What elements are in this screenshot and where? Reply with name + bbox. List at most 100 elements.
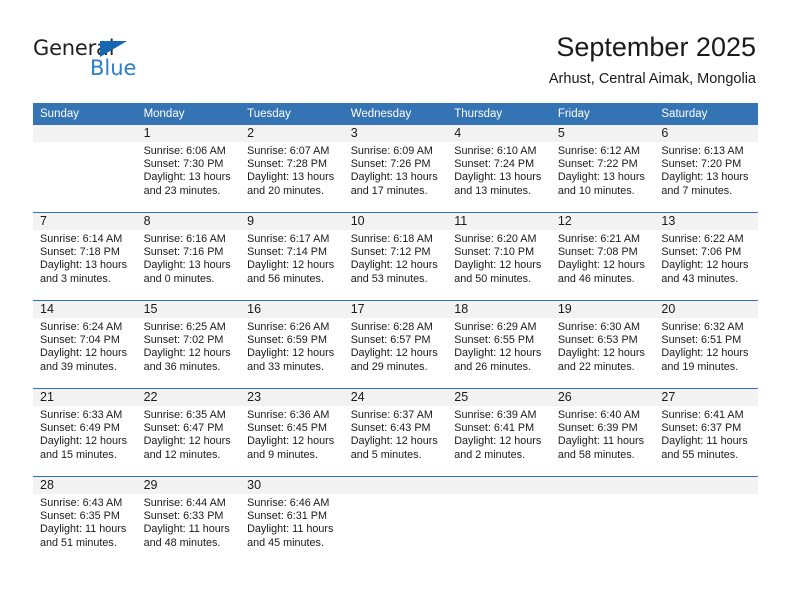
day-info-line: Sunrise: 6:10 AM [454, 145, 537, 157]
day-number: 9 [240, 213, 344, 230]
day-sun-info: Sunrise: 6:25 AM Sunset: 7:02 PM Daylight:… [137, 318, 241, 374]
day-info-line: and 22 minutes. [557, 360, 635, 373]
calendar-day-cell[interactable]: 10 Sunrise: 6:18 AM Sunset: 7:12 PM Dayligh… [343, 212, 448, 301]
day-number: 20 [654, 301, 758, 318]
day-info-line: Sunset: 6:59 PM [247, 334, 327, 347]
calendar-day-cell[interactable]: 9 Sunrise: 6:17 AM Sunset: 7:14 PM Daylight… [240, 212, 344, 301]
day-info-line: Daylight: 13 hours [247, 171, 335, 184]
calendar-day-cell[interactable]: 1 Sunrise: 6:06 AM Sunset: 7:30 PM Daylight… [136, 125, 241, 213]
day-info-line: Sunset: 7:12 PM [350, 246, 431, 259]
day-info-line: Sunrise: 6:25 AM [143, 321, 226, 333]
day-info-line: and 26 minutes. [454, 360, 532, 373]
calendar-day-cell[interactable]: 14 Sunrise: 6:24 AM Sunset: 7:04 PM Dayligh… [33, 300, 137, 389]
day-info-line: Sunset: 7:18 PM [40, 246, 120, 259]
day-info-line: Daylight: 13 hours [661, 171, 749, 184]
day-number: 21 [33, 389, 137, 406]
day-info-line: Daylight: 11 hours [247, 523, 334, 536]
day-number: 30 [240, 477, 344, 494]
day-sun-info: Sunrise: 6:43 AM Sunset: 6:35 PM Daylight:… [33, 494, 137, 550]
calendar-day-cell[interactable]: 20 Sunrise: 6:32 AM Sunset: 6:51 PM Dayligh… [654, 300, 758, 389]
day-info-line: Sunset: 6:53 PM [557, 334, 638, 347]
day-info-line: Daylight: 12 hours [350, 435, 438, 448]
calendar-day-cell[interactable]: 29 Sunrise: 6:44 AM Sunset: 6:33 PM Dayligh… [136, 476, 241, 564]
day-info-line: and 0 minutes. [143, 272, 215, 285]
day-info-line: Sunset: 6:57 PM [350, 334, 431, 347]
calendar-day-cell[interactable]: 8 Sunrise: 6:16 AM Sunset: 7:16 PM Daylight… [136, 212, 241, 301]
day-sun-info: Sunrise: 6:30 AM Sunset: 6:53 PM Daylight:… [551, 318, 655, 374]
day-info-line: Daylight: 13 hours [557, 171, 645, 184]
calendar-day-cell[interactable]: 23 Sunrise: 6:36 AM Sunset: 6:45 PM Dayligh… [240, 388, 344, 477]
day-number [33, 125, 137, 142]
day-sun-info: Sunrise: 6:26 AM Sunset: 6:59 PM Daylight:… [240, 318, 344, 374]
day-info-line: Sunset: 7:30 PM [143, 158, 224, 171]
day-info-line: and 9 minutes. [247, 448, 318, 461]
calendar-day-cell[interactable]: 11 Sunrise: 6:20 AM Sunset: 7:10 PM Dayligh… [447, 212, 551, 301]
day-info-line: Sunset: 7:26 PM [350, 158, 431, 171]
calendar-day-cell[interactable]: 6 Sunrise: 6:13 AM Sunset: 7:20 PM Daylight… [654, 125, 758, 213]
day-sun-info: Sunrise: 6:06 AM Sunset: 7:30 PM Daylight:… [137, 142, 241, 198]
calendar-day-cell[interactable]: 15 Sunrise: 6:25 AM Sunset: 7:02 PM Dayligh… [136, 300, 241, 389]
day-info-line: Daylight: 12 hours [247, 435, 335, 448]
day-info-line: and 53 minutes. [350, 272, 428, 285]
calendar-day-cell[interactable]: 25 Sunrise: 6:39 AM Sunset: 6:41 PM Dayligh… [447, 388, 551, 477]
day-info-line: Daylight: 13 hours [143, 171, 231, 184]
calendar-day-cell[interactable]: 3 Sunrise: 6:09 AM Sunset: 7:26 PM Daylight… [343, 125, 448, 213]
day-number: 1 [136, 125, 241, 142]
day-info-line: and 50 minutes. [454, 272, 532, 285]
day-info-line: Sunset: 7:22 PM [557, 158, 638, 171]
day-number: 28 [33, 477, 137, 494]
day-info-line: Sunrise: 6:20 AM [454, 233, 537, 245]
day-sun-info: Sunrise: 6:09 AM Sunset: 7:26 PM Daylight:… [344, 142, 448, 198]
day-info-line: and 2 minutes. [454, 448, 526, 461]
day-info-line: Sunrise: 6:35 AM [143, 409, 226, 421]
day-info-line: Daylight: 12 hours [143, 435, 231, 448]
calendar-day-cell[interactable]: 22 Sunrise: 6:35 AM Sunset: 6:47 PM Dayligh… [136, 388, 241, 477]
calendar-day-cell[interactable]: 19 Sunrise: 6:30 AM Sunset: 6:53 PM Dayligh… [550, 300, 655, 389]
calendar-day-cell[interactable]: 21 Sunrise: 6:33 AM Sunset: 6:49 PM Dayligh… [33, 388, 137, 477]
calendar-day-cell[interactable]: 30 Sunrise: 6:46 AM Sunset: 6:31 PM Dayligh… [240, 476, 344, 564]
day-info-line: Sunset: 7:28 PM [247, 158, 327, 171]
day-sun-info: Sunrise: 6:10 AM Sunset: 7:24 PM Daylight:… [447, 142, 551, 198]
day-info-line: and 7 minutes. [661, 184, 733, 197]
day-number: 8 [136, 213, 241, 230]
calendar-day-cell[interactable]: 5 Sunrise: 6:12 AM Sunset: 7:22 PM Daylight… [550, 125, 655, 213]
day-info-line: and 20 minutes. [247, 184, 324, 197]
weekday-header-row: Sunday Monday Tuesday Wednesday Thursday Frid… [33, 103, 758, 125]
day-info-line: Daylight: 12 hours [454, 347, 542, 360]
calendar-day-cell[interactable]: 7 Sunrise: 6:14 AM Sunset: 7:18 PM Daylight… [33, 212, 137, 301]
day-info-line: Sunset: 6:45 PM [247, 422, 327, 435]
day-number: 3 [343, 125, 448, 142]
calendar-day-cell[interactable]: 17 Sunrise: 6:28 AM Sunset: 6:57 PM Dayligh… [343, 300, 448, 389]
day-info-line: Daylight: 12 hours [661, 347, 749, 360]
day-number: 24 [343, 389, 448, 406]
day-info-line: Sunrise: 6:28 AM [350, 321, 433, 333]
calendar-day-cell[interactable]: 2 Sunrise: 6:07 AM Sunset: 7:28 PM Daylight… [240, 125, 344, 213]
day-info-line: and 10 minutes. [557, 184, 635, 197]
calendar-day-cell[interactable]: 27 Sunrise: 6:41 AM Sunset: 6:37 PM Dayligh… [654, 388, 758, 477]
calendar-day-cell[interactable]: 26 Sunrise: 6:40 AM Sunset: 6:39 PM Dayligh… [550, 388, 655, 477]
day-info-line: and 51 minutes. [40, 536, 117, 549]
page-title: September 2025 [556, 32, 756, 62]
day-info-line: Sunrise: 6:21 AM [557, 233, 641, 245]
calendar-day-cell[interactable]: 16 Sunrise: 6:26 AM Sunset: 6:59 PM Dayligh… [240, 300, 344, 389]
day-info-line: Sunrise: 6:30 AM [557, 321, 641, 333]
calendar-day-cell[interactable]: 4 Sunrise: 6:10 AM Sunset: 7:24 PM Daylight… [447, 125, 551, 213]
day-info-line: Daylight: 13 hours [350, 171, 438, 184]
day-info-line: Sunrise: 6:41 AM [661, 409, 744, 421]
day-info-line: Sunrise: 6:16 AM [143, 233, 226, 245]
day-info-line: and 5 minutes. [350, 448, 422, 461]
calendar-day-cell[interactable]: 12 Sunrise: 6:21 AM Sunset: 7:08 PM Dayligh… [550, 212, 655, 301]
day-info-line: Sunrise: 6:39 AM [454, 409, 537, 421]
day-sun-info: Sunrise: 6:40 AM Sunset: 6:39 PM Daylight:… [551, 406, 655, 462]
calendar-week-row: 21 Sunrise: 6:33 AM Sunset: 6:49 PM Dayligh… [33, 388, 758, 477]
calendar-day-cell[interactable]: 18 Sunrise: 6:29 AM Sunset: 6:55 PM Dayligh… [447, 300, 551, 389]
calendar-day-cell[interactable]: 24 Sunrise: 6:37 AM Sunset: 6:43 PM Dayligh… [343, 388, 448, 477]
calendar-day-cell[interactable]: 13 Sunrise: 6:22 AM Sunset: 7:06 PM Dayligh… [654, 212, 758, 301]
weekday-header-thursday: Thursday [447, 103, 551, 125]
day-sun-info: Sunrise: 6:12 AM Sunset: 7:22 PM Daylight:… [551, 142, 655, 198]
calendar-day-cell[interactable]: 28 Sunrise: 6:43 AM Sunset: 6:35 PM Dayligh… [33, 476, 137, 564]
day-info-line: and 58 minutes. [557, 448, 635, 461]
day-info-line: Sunset: 7:02 PM [143, 334, 224, 347]
day-info-line: Daylight: 12 hours [247, 347, 335, 360]
day-info-line: and 55 minutes. [661, 448, 739, 461]
